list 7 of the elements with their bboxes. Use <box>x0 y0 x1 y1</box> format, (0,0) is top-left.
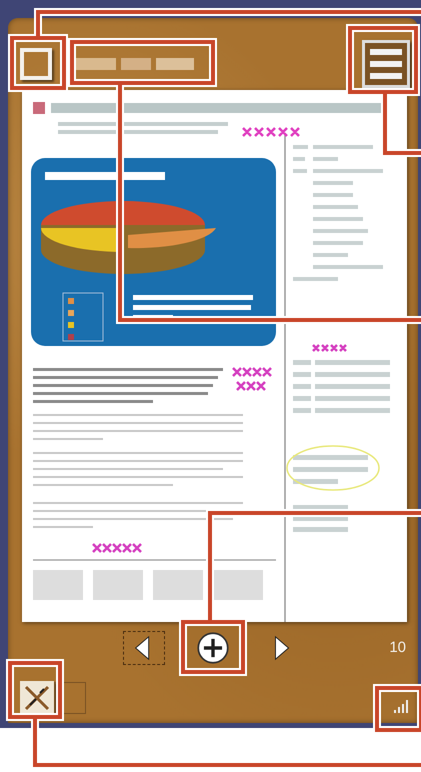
page-number: 10 <box>389 638 406 658</box>
crossed-tools-icon[interactable] <box>20 681 54 715</box>
signal-icon <box>394 699 410 713</box>
square-icon[interactable] <box>20 48 52 80</box>
previous-page-button[interactable] <box>123 631 165 665</box>
add-icon <box>196 631 230 665</box>
menu-icon[interactable] <box>362 40 410 88</box>
